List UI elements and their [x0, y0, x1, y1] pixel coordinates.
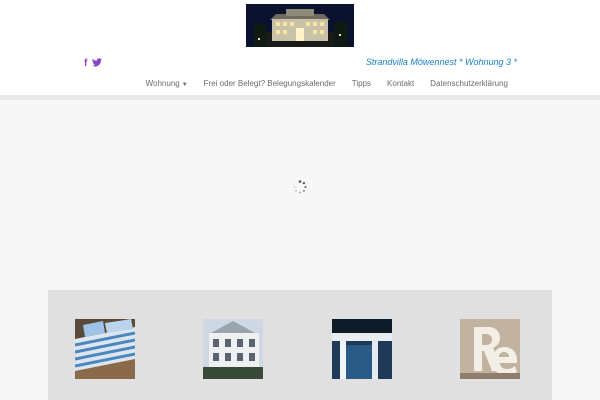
- social-links: f: [84, 58, 103, 71]
- gallery-thumb-bed[interactable]: [75, 319, 135, 379]
- villa-night-image: [246, 4, 354, 47]
- main-nav: Wohnung ▼ Frei oder Belegt? Belegungskale…: [138, 79, 516, 90]
- site-logo[interactable]: [246, 4, 354, 47]
- twitter-icon[interactable]: [92, 58, 103, 71]
- letters-photo: [460, 319, 520, 379]
- nav-item-label: Wohnung: [145, 79, 180, 88]
- villa-facade-photo: [203, 319, 263, 379]
- loading-spinner-icon: [293, 180, 307, 194]
- nav-item-datenschutz[interactable]: Datenschutzerklärung: [422, 79, 516, 90]
- window-photo: [332, 319, 392, 379]
- photo-gallery: [48, 290, 552, 400]
- nav-item-tipps[interactable]: Tipps: [344, 79, 379, 90]
- gallery-thumb-villa[interactable]: [203, 319, 263, 379]
- nav-item-belegungskalender[interactable]: Frei oder Belegt? Belegungskalender: [196, 79, 344, 90]
- gallery-thumb-letters[interactable]: [460, 319, 520, 379]
- nav-item-kontakt[interactable]: Kontakt: [379, 79, 422, 90]
- gallery-thumb-window[interactable]: [332, 319, 392, 379]
- facebook-icon[interactable]: f: [84, 58, 87, 71]
- caret-down-icon: ▼: [181, 82, 188, 88]
- site-header: f Strandvilla Möwennest * Wohnung 3 * Wo…: [0, 0, 600, 100]
- nav-item-wohnung[interactable]: Wohnung ▼: [138, 79, 196, 90]
- site-title[interactable]: Strandvilla Möwennest * Wohnung 3 *: [366, 57, 517, 67]
- twitter-bird-shape: [92, 58, 103, 67]
- bed-photo: [75, 319, 135, 379]
